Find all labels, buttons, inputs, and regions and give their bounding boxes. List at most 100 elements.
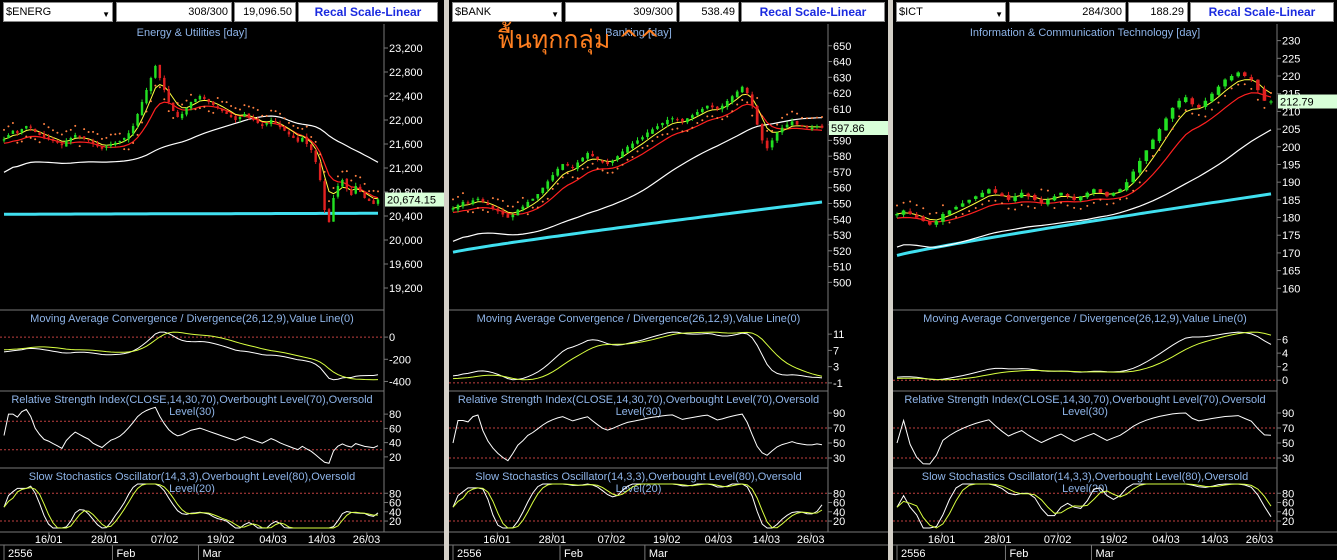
sar-dot xyxy=(1204,115,1207,118)
sar-dot xyxy=(1092,201,1095,204)
sar-dot xyxy=(756,96,759,99)
macd-tick-label: 0 xyxy=(1282,375,1288,387)
recal-scale-button[interactable]: Recal Scale-Linear xyxy=(298,2,438,22)
candle-body xyxy=(238,117,242,120)
sar-dot xyxy=(1000,202,1003,205)
sar-dot xyxy=(601,169,604,172)
chevron-down-icon[interactable]: ▼ xyxy=(102,6,110,24)
sar-dot xyxy=(359,176,362,179)
sar-dot xyxy=(611,171,614,174)
symbol-select[interactable]: $ENERG ▼ xyxy=(3,2,113,22)
sar-dot xyxy=(265,114,268,117)
candle-body xyxy=(51,139,55,141)
price-tick-label: 520 xyxy=(833,246,851,258)
price-tick-label: 205 xyxy=(1282,124,1300,136)
sar-dot xyxy=(74,124,77,127)
candle-body xyxy=(616,156,619,160)
candle-body xyxy=(203,96,206,99)
sar-dot xyxy=(536,206,539,209)
candle-body xyxy=(895,214,899,216)
sar-dot xyxy=(1178,115,1181,118)
sar-dot xyxy=(706,115,709,118)
candle-body xyxy=(109,144,113,146)
candle-body xyxy=(536,194,540,199)
price-tick-label: 630 xyxy=(833,72,851,84)
sar-dot xyxy=(596,167,599,170)
chevron-down-icon[interactable]: ▼ xyxy=(995,6,1003,24)
price-tick-label: 23,200 xyxy=(389,43,423,55)
candle-body xyxy=(1039,198,1044,204)
sar-dot xyxy=(190,93,192,96)
ma-long-line xyxy=(3,211,378,216)
candle-body xyxy=(1269,101,1273,103)
sar-dot xyxy=(141,121,144,124)
sar-dot xyxy=(786,113,789,116)
sar-dot xyxy=(372,189,375,192)
recal-scale-button[interactable]: Recal Scale-Linear xyxy=(1190,2,1334,22)
candle-body xyxy=(69,138,72,142)
price-tick-label: 580 xyxy=(833,151,851,163)
candle-body xyxy=(735,91,739,98)
candle-body xyxy=(815,126,819,128)
bar-count: 284/300 xyxy=(1009,2,1126,22)
sar-dot xyxy=(225,101,228,104)
sar-dot xyxy=(981,203,984,206)
chart-panel-bank[interactable]: $BANK ▼ 309/300 538.49 Recal Scale-Linear… xyxy=(449,0,888,560)
candle-body xyxy=(656,126,659,129)
sar-dot xyxy=(377,190,379,193)
sar-dot xyxy=(621,163,624,166)
symbol-select[interactable]: $BANK ▼ xyxy=(452,2,562,22)
rsi-title: Level(30) xyxy=(1062,406,1108,418)
rsi-tick-label: 40 xyxy=(389,438,401,450)
recal-scale-button[interactable]: Recal Scale-Linear xyxy=(741,2,885,22)
candle-body xyxy=(521,206,525,210)
sar-dot xyxy=(234,107,237,110)
sar-dot xyxy=(145,110,148,113)
candle-body xyxy=(908,211,912,214)
symbol-label: $ICT xyxy=(899,6,923,18)
sar-dot xyxy=(60,133,63,136)
candle-body xyxy=(646,132,649,138)
ma-mid-line xyxy=(3,101,379,199)
rsi-line xyxy=(452,413,823,462)
candle-body xyxy=(158,64,162,78)
ma-fast-line xyxy=(452,93,823,214)
chart-area[interactable]: 6506406306206106005905805705605505405305… xyxy=(449,24,888,560)
sar-dot xyxy=(3,128,5,131)
candle-body xyxy=(74,135,77,138)
ma-mid-line xyxy=(452,103,823,216)
chart-panel-energ[interactable]: $ENERG ▼ 308/300 19,096.50 Recal Scale-Li… xyxy=(0,0,444,560)
symbol-select[interactable]: $ICT ▼ xyxy=(896,2,1006,22)
symbol-label: $BANK xyxy=(455,6,492,18)
sar-dot xyxy=(1250,87,1253,90)
candle-body xyxy=(216,106,219,108)
sar-dot xyxy=(581,167,584,170)
sar-dot xyxy=(726,115,729,118)
price-tick-label: 510 xyxy=(833,262,851,274)
chart-area[interactable]: 2302252202152102052001951901851801751701… xyxy=(893,24,1337,560)
candle-body xyxy=(790,121,794,126)
sar-dot xyxy=(87,131,90,134)
candle-body xyxy=(765,140,769,149)
date-label: 26/03 xyxy=(1246,534,1274,546)
candle-body xyxy=(770,140,774,148)
candle-body xyxy=(973,196,978,199)
rsi-title: Relative Strength Index(CLOSE,14,30,70),… xyxy=(458,394,819,406)
candle-body xyxy=(1236,72,1240,77)
candle-body xyxy=(185,108,188,115)
chart-area[interactable]: 23,20022,80022,40022,00021,60021,20020,8… xyxy=(0,24,444,560)
candle-body xyxy=(1242,72,1247,76)
sar-dot xyxy=(1079,207,1082,210)
candle-body xyxy=(1157,129,1162,142)
sar-dot xyxy=(1191,112,1194,115)
sar-dot xyxy=(546,197,549,200)
macd-line xyxy=(452,331,823,381)
chart-panel-ict[interactable]: $ICT ▼ 284/300 188.29 Recal Scale-Linear … xyxy=(893,0,1337,560)
candle-body xyxy=(631,143,634,149)
sar-dot xyxy=(686,129,689,132)
sar-dot xyxy=(274,110,277,113)
sar-dot xyxy=(283,117,286,120)
candle-body xyxy=(1170,107,1175,119)
sar-dot xyxy=(591,162,594,165)
candle-body xyxy=(641,137,644,140)
